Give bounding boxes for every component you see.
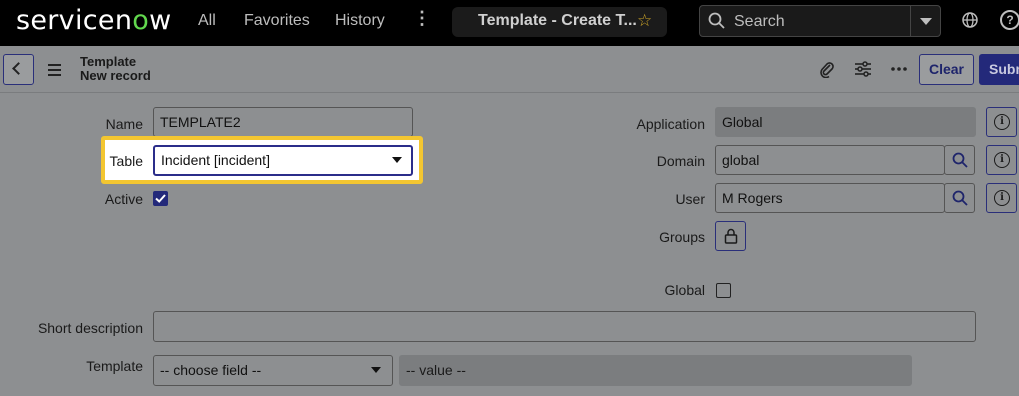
chevron-down-icon [392, 157, 402, 163]
paperclip-icon[interactable] [818, 60, 836, 78]
search-icon [952, 190, 968, 206]
context-tab[interactable]: Template - Create T... ☆ [452, 7, 667, 37]
table-select[interactable]: Incident [incident] [153, 145, 413, 176]
name-input[interactable]: TEMPLATE2 [153, 107, 413, 137]
context-menu-icon[interactable] [48, 64, 61, 79]
form-header: Template New record Clear Subm [0, 46, 1019, 93]
domain-input[interactable]: global [715, 145, 945, 175]
groups-unlock-button[interactable] [715, 221, 746, 251]
clear-button[interactable]: Clear [919, 54, 974, 85]
domain-lookup-button[interactable] [944, 145, 975, 175]
chevron-left-icon [12, 62, 25, 75]
context-tab-title: Template - Create T... [478, 12, 637, 29]
user-label: User [675, 191, 705, 207]
application-info-button[interactable]: i [986, 107, 1017, 137]
groups-label: Groups [659, 229, 705, 245]
info-icon: i [994, 152, 1010, 168]
template-field-select[interactable]: -- choose field -- [153, 355, 393, 386]
search-icon [708, 12, 725, 29]
servicenow-logo[interactable]: servicenow [16, 5, 171, 36]
personalize-form-icon[interactable] [854, 60, 872, 78]
active-checkbox[interactable] [153, 191, 168, 206]
user-input[interactable]: M Rogers [715, 183, 945, 213]
table-label: Table [109, 153, 143, 169]
application-field: Global [715, 107, 976, 137]
nav-history[interactable]: History [335, 12, 385, 30]
global-search[interactable]: Search [699, 5, 941, 37]
user-lookup-button[interactable] [944, 183, 975, 213]
template-value-input[interactable]: -- value -- [399, 355, 912, 386]
checkmark-icon [155, 194, 166, 203]
info-icon: i [994, 114, 1010, 130]
name-label: Name [105, 116, 143, 132]
template-label: Template [86, 358, 143, 374]
nav-favorites[interactable]: Favorites [244, 12, 310, 30]
lock-icon [724, 228, 738, 244]
top-navigation-bar: servicenow All Favorites History ⋮ Templ… [0, 0, 1019, 46]
favorite-star-icon[interactable]: ☆ [637, 11, 652, 31]
template-field-select-value: -- choose field -- [160, 362, 262, 378]
search-icon [952, 152, 968, 168]
search-scope-dropdown-icon[interactable] [920, 18, 932, 25]
nav-all[interactable]: All [198, 12, 216, 30]
form-title: Template New record [80, 55, 151, 83]
globe-icon[interactable] [961, 11, 979, 29]
table-select-value: Incident [incident] [161, 152, 270, 168]
active-label: Active [104, 191, 143, 207]
form-title-record: New record [80, 68, 151, 83]
short-description-label: Short description [37, 320, 143, 336]
global-label: Global [664, 282, 705, 298]
info-icon: i [994, 190, 1010, 206]
domain-info-button[interactable]: i [986, 145, 1017, 175]
user-info-button[interactable]: i [986, 183, 1017, 213]
submit-button[interactable]: Subm [979, 54, 1019, 85]
chevron-down-icon [371, 367, 381, 373]
search-divider [910, 6, 911, 36]
search-input[interactable]: Search [734, 13, 785, 31]
form-title-table: Template [80, 54, 137, 69]
help-icon[interactable]: ? [1000, 10, 1019, 30]
application-label: Application [636, 116, 706, 132]
short-description-input[interactable] [153, 311, 976, 342]
more-options-icon[interactable] [891, 66, 907, 72]
nav-more-icon[interactable]: ⋮ [413, 8, 431, 29]
global-checkbox[interactable] [716, 283, 731, 298]
back-button[interactable] [3, 54, 34, 85]
domain-label: Domain [656, 153, 705, 169]
